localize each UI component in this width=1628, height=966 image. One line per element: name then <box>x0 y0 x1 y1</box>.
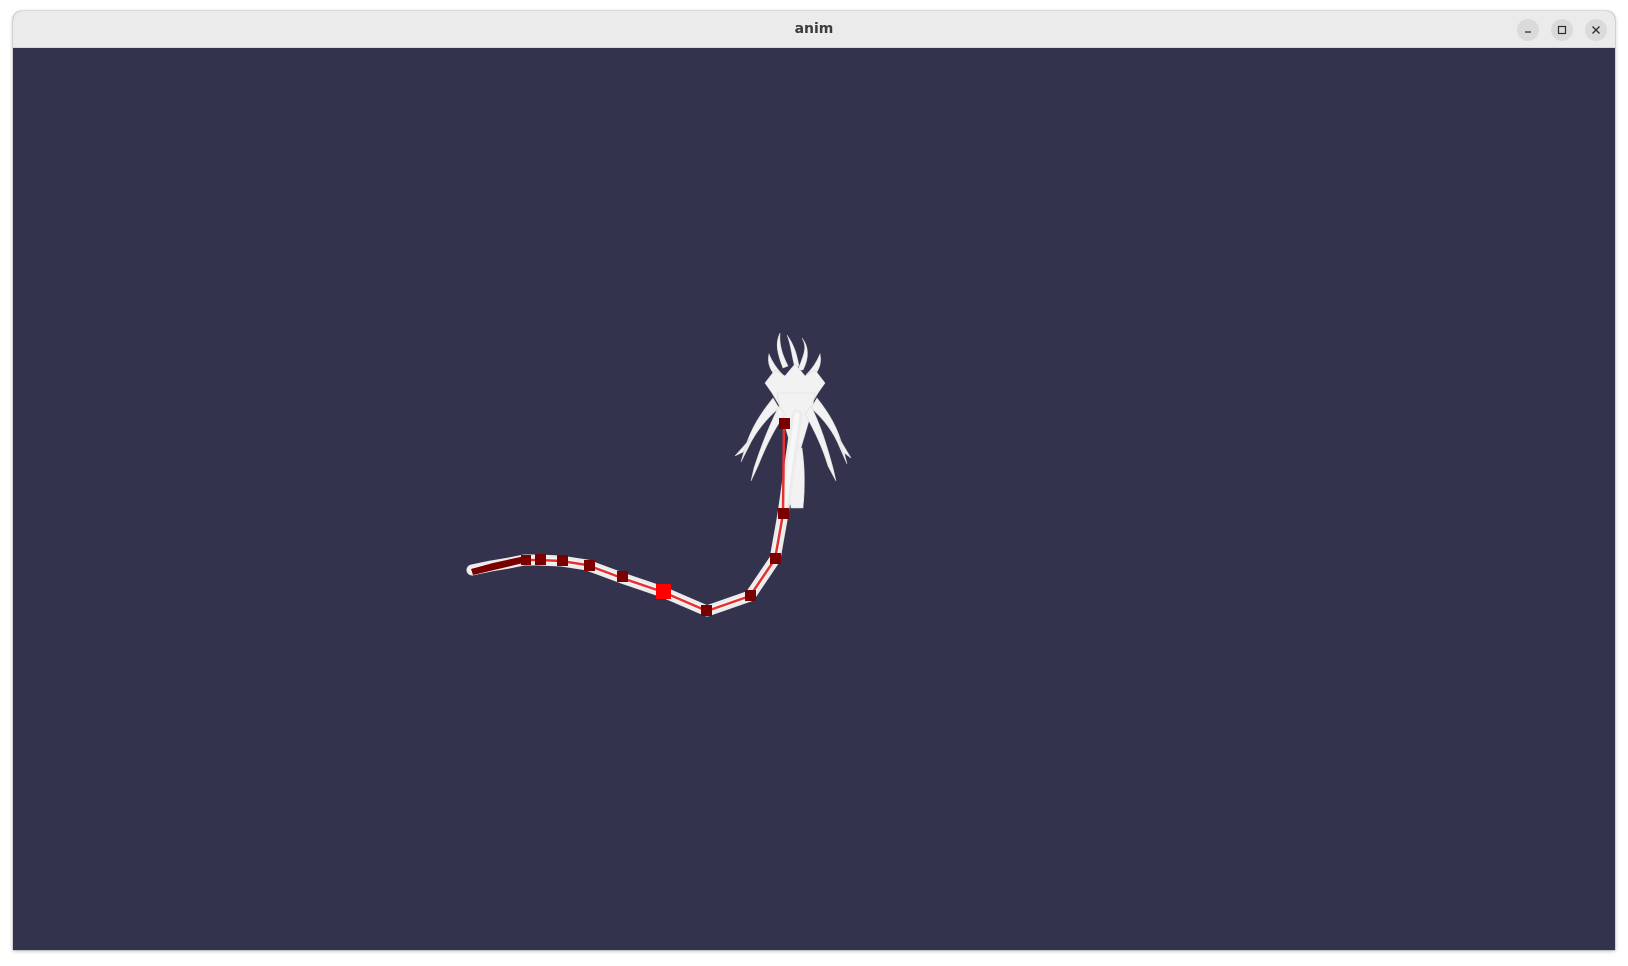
joint-marker[interactable] <box>745 590 756 601</box>
maximize-button[interactable] <box>1551 19 1573 41</box>
joint-marker[interactable] <box>521 555 531 565</box>
close-button[interactable] <box>1585 19 1607 41</box>
close-icon <box>1591 25 1601 35</box>
joint-marker[interactable] <box>770 553 781 564</box>
window-title: anim <box>794 21 834 37</box>
title-bar[interactable]: anim <box>13 11 1615 48</box>
app-window: anim <box>13 11 1615 950</box>
joint-marker[interactable] <box>778 508 789 519</box>
joint-marker[interactable] <box>779 418 790 429</box>
scene-canvas <box>466 332 852 617</box>
joint-marker[interactable] <box>701 605 712 616</box>
minimize-button[interactable] <box>1517 19 1539 41</box>
render-viewport[interactable] <box>13 48 1615 950</box>
joint-marker-selected[interactable] <box>656 584 671 599</box>
joint-marker[interactable] <box>557 555 568 566</box>
joint-marker[interactable] <box>584 560 595 571</box>
joint-marker[interactable] <box>617 571 628 582</box>
maximize-icon <box>1557 25 1567 35</box>
joint-marker[interactable] <box>535 554 546 565</box>
minimize-icon <box>1523 25 1533 35</box>
